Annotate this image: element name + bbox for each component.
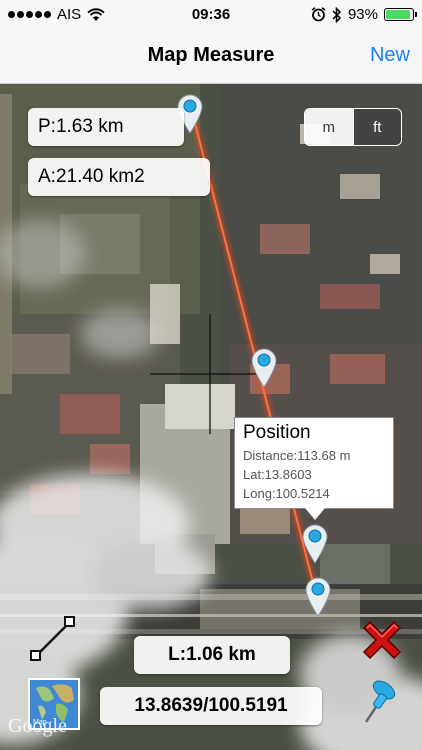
map-pin-icon[interactable]	[304, 575, 332, 617]
battery-percent: 93%	[347, 6, 378, 23]
coordinates-value: 13.8639/100.5191	[134, 695, 288, 716]
unit-meters-button[interactable]: m	[305, 109, 353, 145]
position-callout: Position Distance:113.68 m Lat:13.8603 L…	[234, 417, 394, 520]
alarm-icon	[311, 7, 326, 22]
callout-distance: Distance:113.68 m	[243, 448, 351, 463]
google-attribution: Google	[8, 715, 67, 737]
drop-pin-icon[interactable]	[362, 680, 402, 726]
area-label: A:21.40 km2	[28, 158, 210, 196]
navigation-bar: Map Measure New	[0, 30, 422, 84]
length-value: L:1.06 km	[168, 644, 256, 665]
unit-toggle[interactable]: m ft	[304, 108, 402, 146]
line-tool-icon[interactable]	[28, 614, 78, 664]
map-pin-icon[interactable]	[250, 346, 278, 388]
delete-icon[interactable]	[356, 614, 408, 666]
unit-feet-button[interactable]: ft	[352, 109, 401, 145]
status-right: 93%	[311, 6, 417, 23]
satellite-map[interactable]: P:1.63 km A:21.40 km2 m ft Position Dist…	[0, 84, 422, 750]
perimeter-label: P:1.63 km	[28, 108, 184, 146]
battery-icon	[384, 8, 417, 21]
length-label: L:1.06 km	[134, 636, 290, 674]
callout-title: Position	[243, 422, 311, 443]
callout-longitude: Long:100.5214	[243, 486, 330, 501]
callout-latitude: Lat:13.8603	[243, 467, 312, 482]
page-title: Map Measure	[147, 44, 275, 66]
coordinates-label: 13.8639/100.5191	[100, 687, 322, 725]
bluetooth-icon	[332, 6, 342, 23]
new-button[interactable]: New	[370, 44, 410, 67]
map-pin-icon[interactable]	[301, 522, 329, 564]
status-bar: AIS 09:36 93%	[0, 0, 422, 30]
